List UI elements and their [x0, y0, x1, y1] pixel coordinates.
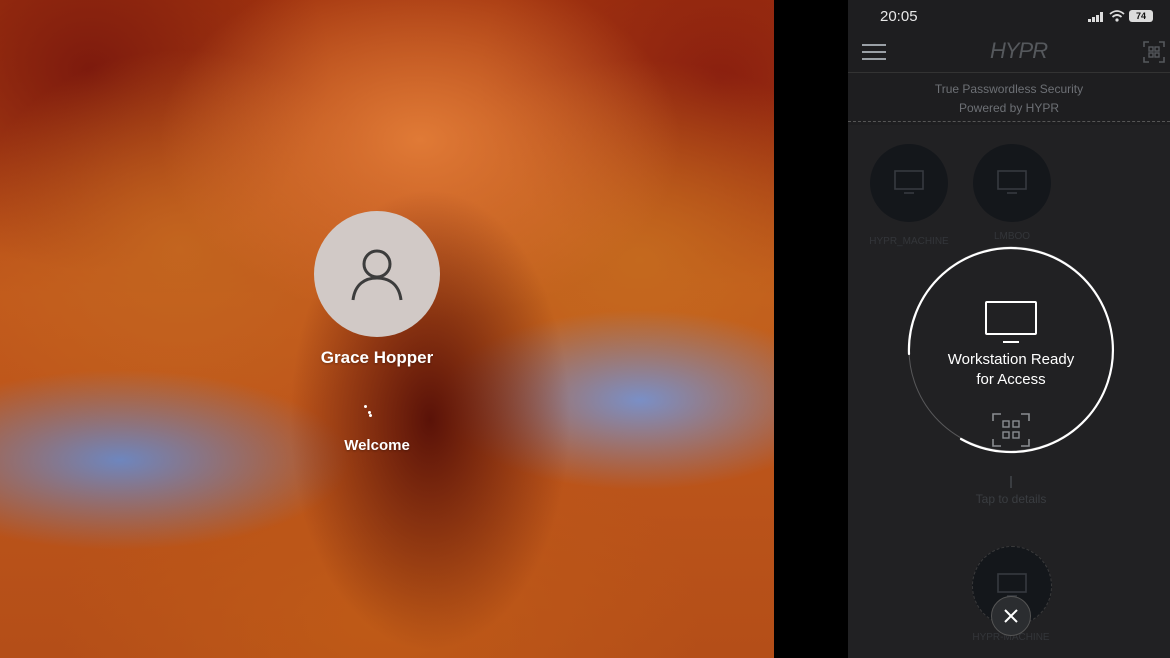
battery-indicator: 74 — [1129, 10, 1153, 22]
tagline-line2: Powered by HYPR — [958, 101, 1060, 115]
clock: 20:05 — [880, 8, 918, 25]
screen-divider — [774, 0, 848, 658]
signal-icon — [1088, 12, 1103, 22]
close-icon — [1004, 609, 1018, 623]
user-avatar — [314, 211, 440, 337]
user-name: Grace Hopper — [320, 348, 434, 367]
qr-scan-icon — [992, 413, 1030, 447]
tagline: True Passwordless Security Powered by HY… — [848, 80, 1170, 118]
device-tile-2[interactable] — [973, 144, 1051, 222]
ready-line1: Workstation Ready — [947, 351, 1075, 368]
phone-app: 20:05 74 HYPR True Passwordless Security — [848, 0, 1170, 658]
user-icon — [351, 249, 403, 301]
lock-screen: Grace Hopper Welcome — [0, 0, 774, 658]
hamburger-menu-icon[interactable] — [862, 42, 886, 62]
hint-connector — [1010, 476, 1012, 488]
welcome-status: Welcome — [344, 437, 410, 454]
device-tile-1[interactable] — [870, 144, 948, 222]
header-divider — [848, 121, 1170, 122]
ready-message: Workstation Ready for Access — [932, 350, 1090, 390]
tap-hint: Tap to details — [975, 492, 1047, 506]
app-header: HYPR — [848, 32, 1170, 73]
status-bar: 20:05 74 — [848, 0, 1170, 32]
hypr-logo: HYPR — [990, 38, 1048, 63]
monitor-icon — [985, 301, 1037, 343]
tagline-line1: True Passwordless Security — [934, 82, 1084, 96]
ready-line2: for Access — [976, 371, 1046, 388]
loading-spinner — [362, 403, 374, 419]
wifi-icon — [1109, 10, 1125, 22]
monitor-icon — [894, 170, 924, 194]
device-label-2: LMBOO — [993, 231, 1031, 242]
monitor-icon — [997, 170, 1027, 194]
qr-scan-icon[interactable] — [1142, 40, 1166, 64]
close-button[interactable] — [991, 596, 1031, 636]
